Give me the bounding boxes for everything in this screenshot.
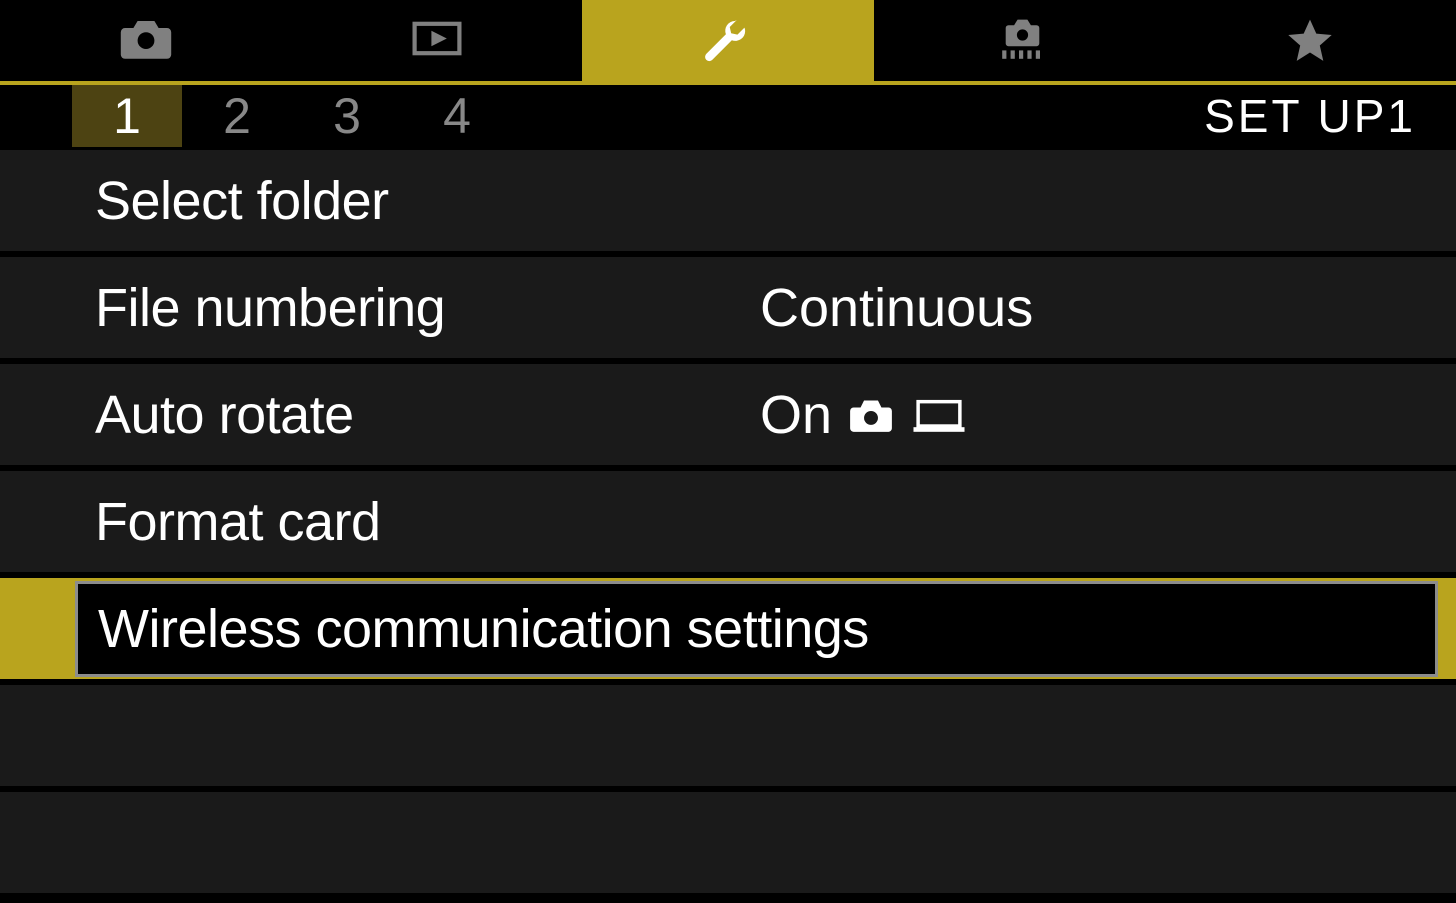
sub-tab-bar: 1 2 3 4 SET UP1 <box>0 85 1456 147</box>
menu-label: Format card <box>95 491 381 553</box>
tab-my-menu[interactable] <box>1165 0 1456 81</box>
menu-item-auto-rotate[interactable]: Auto rotate On <box>0 361 1456 468</box>
tab-setup[interactable] <box>582 0 873 81</box>
camera-icon <box>842 393 900 437</box>
camera-icon <box>111 11 181 71</box>
computer-icon <box>910 393 968 437</box>
star-icon <box>1275 11 1345 71</box>
tab-playback[interactable] <box>291 0 582 81</box>
menu-value: Continuous <box>760 277 1033 339</box>
tab-custom-functions[interactable] <box>874 0 1165 81</box>
sub-tab-1[interactable]: 1 <box>72 85 182 147</box>
wrench-icon <box>693 11 763 71</box>
menu-label: Wireless communication settings <box>98 598 869 660</box>
sub-tab-3[interactable]: 3 <box>292 85 402 147</box>
menu-label: Auto rotate <box>95 384 354 446</box>
custom-functions-icon <box>984 11 1054 71</box>
menu-label: Select folder <box>95 170 389 232</box>
sub-tab-4[interactable]: 4 <box>402 85 512 147</box>
section-label: SET UP1 <box>1204 89 1416 143</box>
menu-item-select-folder[interactable]: Select folder <box>0 147 1456 254</box>
menu-item-wireless-communication[interactable]: Wireless communication settings <box>0 575 1456 682</box>
top-tab-bar <box>0 0 1456 85</box>
menu-label: File numbering <box>95 277 445 339</box>
menu-list: Select folder File numbering Continuous … <box>0 147 1456 903</box>
playback-icon <box>402 11 472 71</box>
menu-item-format-card[interactable]: Format card <box>0 468 1456 575</box>
tab-shooting[interactable] <box>0 0 291 81</box>
sub-tab-2[interactable]: 2 <box>182 85 292 147</box>
menu-value: On <box>760 384 968 446</box>
menu-item-file-numbering[interactable]: File numbering Continuous <box>0 254 1456 361</box>
menu-item-empty <box>0 789 1456 896</box>
menu-item-empty <box>0 682 1456 789</box>
